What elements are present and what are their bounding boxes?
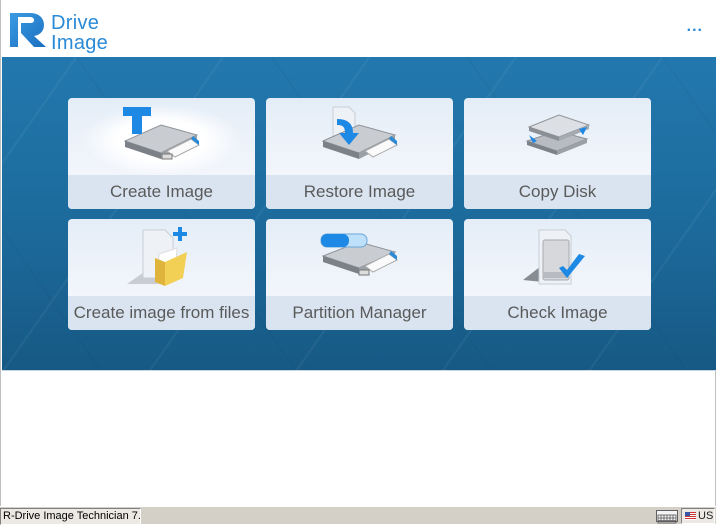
action-label: Partition Manager [292, 303, 427, 322]
action-label: Restore Image [303, 182, 416, 201]
action-label: Create Image [110, 182, 213, 201]
image-check-icon [522, 229, 585, 284]
disk-partition-icon [320, 233, 398, 275]
header: Drive Image ... [1, 0, 716, 57]
logo-line-1: Drive [51, 12, 100, 34]
app-logo: Drive Image [8, 8, 118, 53]
partition-manager-button[interactable]: Partition Manager [266, 219, 453, 330]
disk-restore-icon [321, 106, 398, 159]
taskbar-app-button[interactable]: R-Drive Image Technician 7.... [0, 508, 141, 525]
action-label: Copy Disk [518, 182, 597, 201]
disk-copy-icon [524, 113, 590, 155]
action-label: Create image from files [73, 303, 250, 322]
us-flag-icon [685, 512, 696, 520]
copy-disk-button[interactable]: Copy Disk [464, 98, 651, 209]
folder-plus-icon [126, 226, 187, 286]
create-image-from-files-button[interactable]: Create image from files [68, 219, 255, 330]
check-image-button[interactable]: Check Image [464, 219, 651, 330]
action-banner: Create Image Restore Image Copy Disk Cre… [2, 57, 716, 371]
keyboard-icon[interactable] [656, 510, 678, 524]
create-image-button[interactable]: Create Image [68, 98, 255, 209]
language-label: US [698, 510, 714, 522]
r-logo-icon [10, 13, 46, 47]
logo-text: Drive Image [51, 13, 108, 53]
disk-plus-icon [122, 106, 200, 159]
language-indicator[interactable]: US [681, 508, 715, 524]
app-window: Drive Image ... Create Image Restore Ima… [0, 0, 716, 506]
restore-image-button[interactable]: Restore Image [266, 98, 453, 209]
logo-line-2: Image [51, 32, 109, 54]
action-label: Check Image [507, 303, 608, 322]
more-menu-button[interactable]: ... [687, 18, 703, 36]
taskbar: R-Drive Image Technician 7.... US [0, 506, 716, 525]
